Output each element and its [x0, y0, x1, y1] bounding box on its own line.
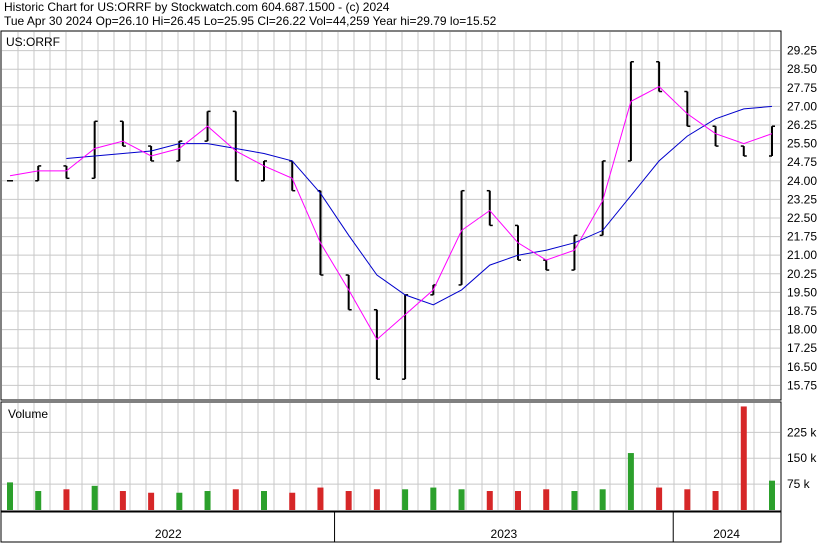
price-tick-label: 21.00	[787, 248, 817, 262]
ohlc-bars	[7, 61, 775, 380]
price-tick-label: 25.50	[787, 137, 817, 151]
volume-bar	[684, 489, 691, 510]
volume-bar	[204, 491, 211, 510]
volume-bar	[289, 492, 296, 510]
volume-bar	[599, 489, 606, 510]
volume-bar	[373, 489, 380, 510]
volume-bar	[148, 492, 155, 510]
price-tick-label: 19.50	[787, 285, 817, 299]
volume-tick-label: 225 k	[787, 425, 817, 439]
chart-window: Historic Chart for US:ORRF by Stockwatch…	[0, 0, 830, 543]
price-tick-label: 28.50	[787, 62, 817, 76]
long-moving-average-line	[66, 105, 773, 306]
price-panel-frame	[0, 30, 782, 401]
volume-bar	[515, 491, 521, 510]
volume-grid	[2, 403, 780, 510]
volume-bar	[119, 491, 126, 510]
volume-bar	[769, 480, 775, 510]
price-tick-label: 18.00	[787, 323, 817, 337]
price-tick-label: 18.75	[787, 304, 817, 318]
symbol-label: US:ORRF	[6, 35, 60, 49]
volume-bar	[740, 406, 747, 510]
volume-y-axis: 225 k 150 k 75 k	[787, 425, 817, 491]
year-label: 2022	[155, 527, 182, 541]
volume-bar	[430, 487, 437, 510]
volume-bar	[486, 491, 493, 510]
volume-bar	[458, 489, 465, 510]
price-tick-label: 21.75	[787, 230, 817, 244]
time-axis-frame	[0, 511, 782, 543]
volume-bar	[261, 491, 267, 510]
volume-bar	[627, 453, 634, 510]
price-tick-label: 20.25	[787, 267, 817, 281]
year-label: 2023	[491, 527, 518, 541]
volume-tick-label: 75 k	[787, 477, 811, 491]
year-label: 2024	[713, 527, 740, 541]
volume-bar	[571, 491, 578, 510]
price-tick-label: 17.25	[787, 341, 817, 355]
volume-bar	[232, 489, 239, 510]
volume-bar	[35, 491, 42, 510]
price-tick-label: 24.75	[787, 155, 817, 169]
volume-label: Volume	[8, 407, 48, 421]
price-tick-label: 15.75	[787, 378, 817, 392]
price-tick-label: 29.25	[787, 44, 817, 58]
volume-bar	[402, 489, 409, 510]
time-axis: 2022 2023 2024	[155, 512, 740, 542]
volume-bar	[543, 489, 550, 510]
stock-chart: US:ORRF 29.25 28.50 27.75 27.00 26.25 25.50 24…	[0, 30, 817, 543]
price-tick-label: 27.75	[787, 81, 817, 95]
volume-panel-frame	[0, 401, 782, 512]
volume-bar	[63, 489, 70, 510]
price-tick-label: 23.25	[787, 192, 817, 206]
volume-bar	[656, 487, 663, 510]
price-tick-label: 24.00	[787, 174, 817, 188]
price-tick-label: 16.50	[787, 360, 817, 374]
volume-bar	[317, 487, 324, 510]
price-tick-label: 26.25	[787, 118, 817, 132]
volume-tick-label: 150 k	[787, 451, 817, 465]
volume-bar	[176, 492, 183, 510]
volume-bar	[7, 482, 13, 510]
volume-bar	[91, 485, 98, 510]
price-tick-label: 27.00	[787, 99, 817, 113]
volume-bar	[345, 491, 352, 510]
price-y-axis: 29.25 28.50 27.75 27.00 26.25 25.50 24.75 24.00…	[787, 44, 817, 393]
price-tick-label: 22.50	[787, 211, 817, 225]
price-grid	[2, 32, 780, 399]
volume-bar	[712, 491, 719, 510]
